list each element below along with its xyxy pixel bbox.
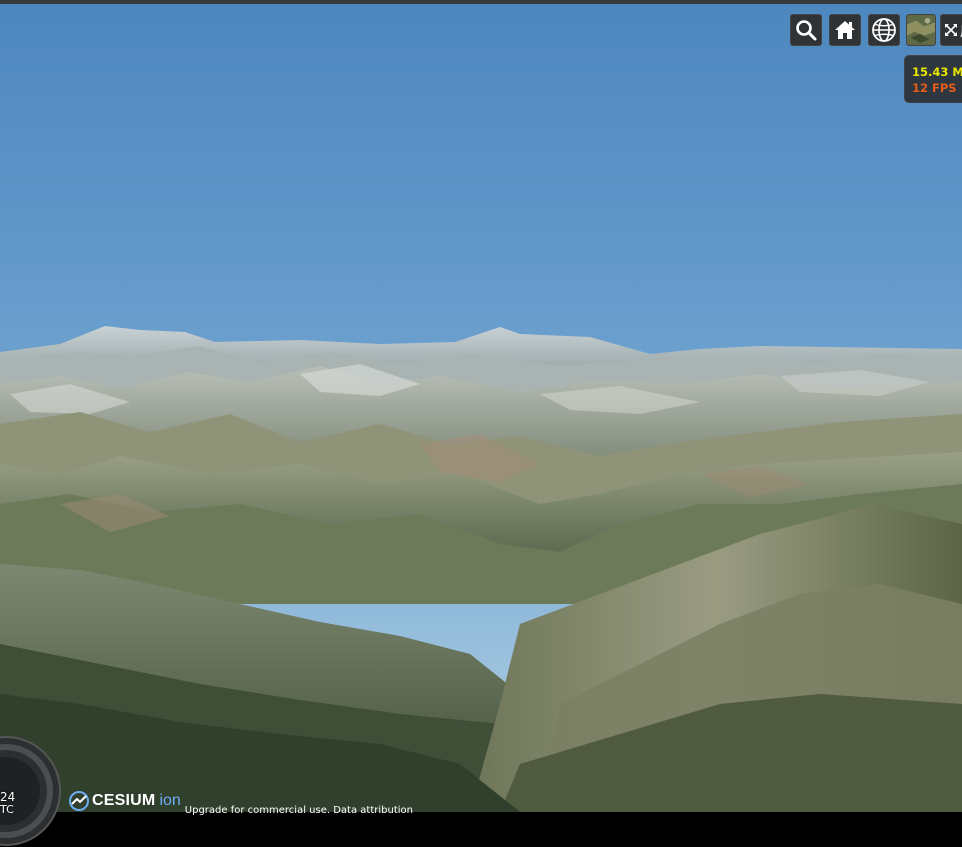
scene-mode-button[interactable] (868, 14, 900, 46)
animation-date: 24 (0, 790, 16, 804)
animation-timezone: TC (0, 803, 14, 816)
imagery-thumbnail-icon (907, 15, 935, 45)
cesium-logo-icon (69, 791, 89, 811)
globe-icon (872, 18, 896, 42)
frames-per-second: 12 FPS (912, 81, 957, 95)
credit-container: CESIUM ion Upgrade for commercial use. D… (68, 791, 413, 816)
geocoder-search-button[interactable] (790, 14, 822, 46)
cesium-ion-logo[interactable]: CESIUM ion (68, 791, 181, 811)
frame-time-ms: 15.43 MS (912, 65, 962, 79)
base-layer-picker-button[interactable] (906, 14, 936, 46)
home-button[interactable] (829, 14, 861, 46)
expand-panel-button[interactable]: 展开 (940, 14, 962, 46)
fullscreen-expand-icon (945, 24, 957, 36)
cesium-wordmark: CESIUM (92, 792, 156, 809)
cesium-viewer[interactable]: 展开 15.43 MS 12 FPS (0, 4, 962, 812)
home-icon (835, 21, 855, 39)
ion-wordmark: ion (159, 792, 181, 809)
search-icon (796, 20, 817, 41)
terrain-scene[interactable] (0, 4, 962, 812)
performance-display: 15.43 MS 12 FPS (904, 55, 962, 103)
credit-text[interactable]: Upgrade for commercial use. Data attribu… (185, 805, 413, 817)
